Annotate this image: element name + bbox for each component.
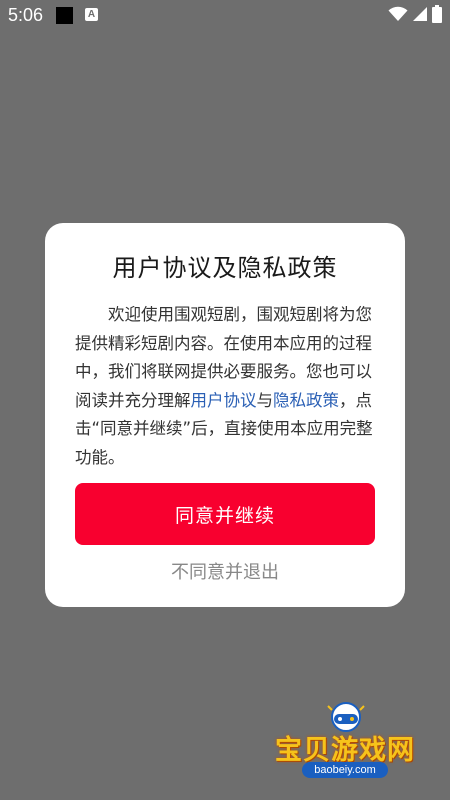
dialog-title: 用户协议及隐私政策: [112, 254, 338, 282]
watermark: 宝贝游戏网 baobeiy.com: [270, 700, 420, 780]
user-agreement-link[interactable]: 用户协议: [191, 391, 257, 410]
disagree-exit-button[interactable]: 不同意并退出: [45, 559, 405, 587]
cell-signal-icon: [413, 7, 427, 21]
dialog-body: 欢迎使用围观短剧，围观短剧将为您提供精彩短剧内容。在使用本应用的过程中，我们将联…: [75, 301, 377, 472]
agree-continue-button[interactable]: 同意并继续: [75, 483, 375, 545]
wifi-icon: [388, 6, 408, 21]
privacy-dialog: 用户协议及隐私政策 欢迎使用围观短剧，围观短剧将为您提供精彩短剧内容。在使用本应…: [45, 223, 405, 607]
status-icons: [388, 5, 442, 23]
body-connector: 与: [256, 390, 274, 410]
watermark-url: baobeiy.com: [302, 762, 388, 778]
privacy-policy-link[interactable]: 隐私政策: [273, 391, 339, 410]
status-bar: 5:06 A: [0, 0, 450, 30]
status-time: 5:06: [8, 5, 44, 25]
notification-a-icon: A: [85, 8, 98, 21]
battery-icon: [432, 5, 442, 23]
notification-square-icon: [56, 7, 73, 24]
